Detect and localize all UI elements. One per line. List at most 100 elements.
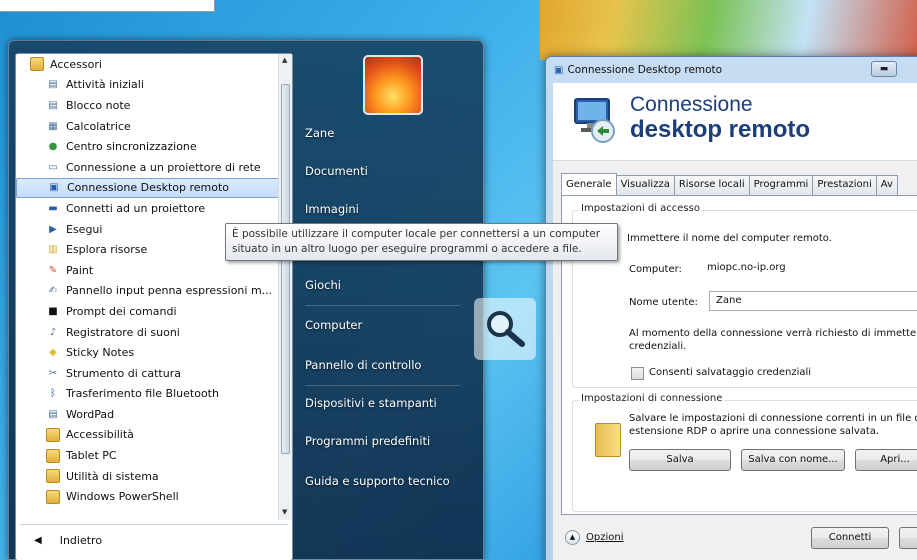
scroll-down-icon[interactable]: ▼ (282, 508, 287, 516)
program-item[interactable]: ▣ Connessione Desktop remoto (16, 177, 280, 199)
program-label: Connetti ad un proiettore (66, 201, 206, 215)
magnifier-icon (474, 298, 536, 360)
program-item[interactable]: ■ Prompt dei comandi (16, 301, 280, 322)
scroll-thumb[interactable] (281, 84, 290, 454)
login-settings-group: Impostazioni di accesso Immettere il nom… (572, 203, 917, 388)
program-label: Calcolatrice (66, 119, 131, 133)
program-item[interactable]: ▬ Connetti ad un proiettore (16, 198, 280, 219)
remote-desktop-icon: ▣ (49, 182, 59, 194)
minimize-button[interactable]: ▬ (871, 61, 897, 77)
start-menu-link[interactable]: Documenti (305, 164, 368, 178)
program-item[interactable]: Tablet PC (16, 445, 280, 466)
program-label: Paint (66, 263, 94, 277)
program-item[interactable]: ✎ Paint (16, 260, 280, 281)
tab[interactable]: Generale (561, 173, 617, 195)
tooltip-line1: È possibile utilizzare il computer local… (232, 228, 601, 240)
sticky-notes-icon: ◆ (49, 347, 57, 359)
cancel-button-partial[interactable] (899, 527, 917, 549)
program-label: Blocco note (66, 98, 131, 112)
tab[interactable]: Prestazioni (812, 175, 877, 195)
program-item[interactable]: Windows PowerShell (16, 486, 280, 507)
save-credentials-checkbox[interactable] (631, 367, 644, 380)
save-credentials-label: Consenti salvataggio credenziali (649, 367, 812, 378)
program-item[interactable]: ▤ Blocco note (16, 95, 280, 116)
open-button[interactable]: Apri... (855, 449, 917, 471)
program-item[interactable]: Accessori (16, 54, 280, 75)
rdp-header: Connessione desktop remoto (553, 83, 917, 161)
remote-desktop-window: ▣ Connessione Desktop remoto ▬ Connessio… (545, 56, 917, 560)
connection-description-line2: estensione RDP o aprire una connessione … (629, 426, 880, 437)
start-menu-link[interactable]: Guida e supporto tecnico (305, 474, 450, 488)
folder-icon (46, 448, 60, 463)
tooltip-line2: situato in un altro luogo per eseguire p… (232, 243, 582, 255)
program-label: Attività iniziali (66, 78, 144, 92)
run-icon: ▶ (49, 223, 57, 235)
program-item[interactable]: ▤ WordPad (16, 404, 280, 425)
desktop-wallpaper-flare (540, 0, 917, 60)
program-item[interactable]: ✂ Strumento di cattura (16, 363, 280, 384)
save-as-button[interactable]: Salva con nome... (741, 449, 845, 471)
program-item[interactable]: ▤ Attività iniziali (16, 75, 280, 96)
header-title-line2: desktop remoto (630, 116, 811, 143)
window-client: Connessione desktop remoto Generale Visua… (553, 83, 917, 560)
program-label: Pannello input penna espressioni m... (66, 284, 273, 298)
computer-label: Computer: (629, 264, 682, 275)
program-label: Registratore di suoni (66, 325, 180, 339)
sync-center-icon: ● (48, 141, 58, 153)
program-item[interactable]: Accessibilità (16, 425, 280, 446)
paint-icon: ✎ (48, 264, 58, 276)
program-item[interactable]: ◆ Sticky Notes (16, 342, 280, 363)
program-label: Accessibilità (66, 428, 134, 442)
programs-pane: Accessori ▤ Attività iniziali ▤ Blocco note ▦… (15, 53, 293, 560)
program-label: WordPad (66, 407, 115, 421)
group-title: Impostazioni di connessione (579, 393, 725, 404)
program-label: Utilità di sistema (66, 469, 159, 483)
options-toggle[interactable]: ▲ Opzioni (565, 530, 623, 545)
folder-icon (595, 423, 621, 457)
sound-recorder-icon: ♪ (49, 326, 57, 338)
tab-strip: Generale Visualizza Risorse locali Programm… (561, 173, 898, 195)
start-menu-link[interactable]: Pannello di controllo (305, 358, 421, 372)
computer-field[interactable]: miopc.no-ip.org (701, 259, 917, 279)
start-menu-link[interactable]: Dispositivi e stampanti (305, 396, 437, 410)
snipping-tool-icon: ✂ (48, 367, 58, 379)
window-titlebar[interactable]: ▣ Connessione Desktop remoto (546, 57, 917, 83)
program-item[interactable]: ▦ Calcolatrice (16, 116, 280, 137)
program-item[interactable]: ▭ Connessione a un proiettore di rete (16, 157, 280, 178)
tab[interactable]: Programmi (748, 175, 814, 195)
command-prompt-icon: ■ (48, 305, 58, 317)
program-item[interactable]: Utilità di sistema (16, 466, 280, 487)
connect-button[interactable]: Connetti (811, 527, 889, 549)
explorer-icon: ▥ (48, 244, 58, 256)
user-picture[interactable] (363, 55, 423, 115)
programs-scrollbar[interactable]: ▲ ▼ (278, 54, 292, 520)
program-label: Centro sincronizzazione (66, 140, 197, 154)
start-menu: Accessori ▤ Attività iniziali ▤ Blocco note ▦… (8, 40, 484, 560)
start-menu-link[interactable]: Giochi (305, 278, 341, 292)
save-button[interactable]: Salva (629, 449, 731, 471)
tab[interactable]: Av (875, 175, 898, 195)
start-menu-link[interactable]: Programmi predefiniti (305, 434, 430, 448)
program-item[interactable]: ᛒ Trasferimento file Bluetooth (16, 384, 280, 405)
back-label: Indietro (59, 534, 103, 547)
start-menu-link[interactable]: Computer (305, 318, 362, 332)
program-item[interactable]: ● Centro sincronizzazione (16, 136, 280, 157)
notepad-icon: ▤ (48, 99, 58, 111)
header-title-line1: Connessione (630, 93, 753, 116)
connection-description-line1: Salvare le impostazioni di connessione c… (629, 413, 917, 424)
calculator-icon: ▦ (48, 120, 58, 132)
program-item[interactable]: ✍ Pannello input penna espressioni m... (16, 281, 280, 302)
program-label: Esegui (66, 222, 103, 236)
back-button[interactable]: ◀ Indietro (34, 534, 102, 547)
taskbar-fragment (0, 0, 215, 12)
start-menu-link[interactable]: Zane (305, 126, 334, 140)
tab[interactable]: Risorse locali (673, 175, 750, 195)
programs-list: Accessori ▤ Attività iniziali ▤ Blocco note ▦… (16, 54, 280, 520)
scroll-up-icon[interactable]: ▲ (282, 56, 287, 64)
program-item[interactable]: ♪ Registratore di suoni (16, 322, 280, 343)
username-field[interactable]: Zane (709, 291, 917, 311)
start-menu-link[interactable]: Immagini (305, 202, 359, 216)
remote-desktop-icon: ▣ (554, 64, 564, 76)
program-label: Accessori (50, 57, 102, 71)
tab[interactable]: Visualizza (615, 175, 675, 195)
